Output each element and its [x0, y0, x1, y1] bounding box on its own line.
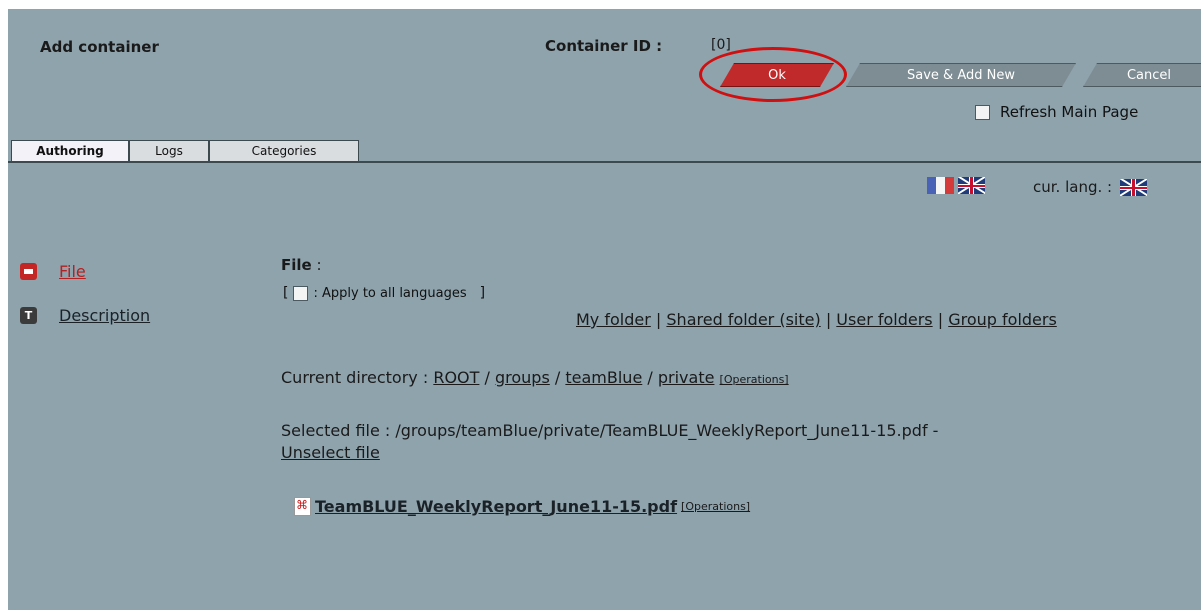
- file-label-colon: :: [316, 256, 322, 274]
- bracket-close: ]: [479, 285, 486, 301]
- file-entry: TeamBLUE_WeeklyReport_June11-15.pdf [Ope…: [294, 497, 750, 516]
- save-add-new-button[interactable]: Save & Add New: [846, 63, 1076, 87]
- shared-folder-link[interactable]: Shared folder (site): [666, 310, 820, 329]
- ok-highlight-circle: [699, 47, 847, 102]
- unselect-file-wrapper: Unselect file: [281, 443, 380, 462]
- page-title: Add container: [40, 38, 159, 56]
- tab-bar: Authoring Logs Categories: [8, 140, 1201, 163]
- unselect-file-link[interactable]: Unselect file: [281, 443, 380, 462]
- user-folders-link[interactable]: User folders: [836, 310, 932, 329]
- current-language-label: cur. lang. :: [1033, 178, 1113, 196]
- file-field-label: File :: [281, 256, 322, 274]
- cancel-button[interactable]: Cancel: [1083, 63, 1201, 87]
- text-field-icon: T: [20, 307, 37, 324]
- language-flags: [927, 177, 985, 194]
- flag-uk-icon[interactable]: [958, 177, 985, 194]
- sidebar-item-description[interactable]: T Description: [20, 306, 150, 325]
- sidebar-item-label[interactable]: File: [59, 262, 86, 281]
- sidebar-item-file[interactable]: File: [20, 262, 86, 281]
- file-name-link[interactable]: TeamBLUE_WeeklyReport_June11-15.pdf: [315, 497, 677, 516]
- pdf-icon: [294, 497, 311, 516]
- file-label: File: [281, 256, 312, 274]
- flag-uk-icon: [1120, 178, 1148, 196]
- group-folders-link[interactable]: Group folders: [948, 310, 1057, 329]
- tab-authoring[interactable]: Authoring: [11, 140, 129, 161]
- flag-fr-icon[interactable]: [927, 177, 954, 194]
- tab-categories[interactable]: Categories: [209, 140, 359, 161]
- sidebar-item-label[interactable]: Description: [59, 306, 150, 325]
- tab-logs[interactable]: Logs: [129, 140, 209, 161]
- current-language: cur. lang. :: [1033, 178, 1148, 196]
- bracket-open: [: [283, 285, 289, 301]
- refresh-checkbox[interactable]: [975, 104, 990, 120]
- path-root-link[interactable]: ROOT: [433, 368, 479, 387]
- file-operations-link[interactable]: [Operations]: [681, 500, 750, 513]
- current-directory-label: Current directory :: [281, 368, 429, 387]
- folder-links: My folder | Shared folder (site) | User …: [576, 310, 1057, 329]
- refresh-label: Refresh Main Page: [1000, 103, 1139, 121]
- container-id-value: [0]: [711, 37, 731, 53]
- current-directory: Current directory : ROOT / groups / team…: [281, 368, 789, 387]
- apply-all-languages: [ : Apply to all languages ]: [283, 285, 485, 301]
- directory-operations-link[interactable]: [Operations]: [720, 373, 789, 386]
- container-id-label: Container ID :: [545, 37, 663, 55]
- apply-all-label: : Apply to all languages: [313, 285, 467, 301]
- file-field-icon: [20, 263, 37, 280]
- refresh-main-page-option[interactable]: Refresh Main Page: [975, 103, 1138, 121]
- path-teamblue-link[interactable]: teamBlue: [565, 368, 642, 387]
- container-panel: Add container Container ID : [0] Ok Save…: [8, 9, 1201, 610]
- my-folder-link[interactable]: My folder: [576, 310, 651, 329]
- tab-divider: [8, 161, 1201, 163]
- path-groups-link[interactable]: groups: [495, 368, 550, 387]
- apply-all-checkbox[interactable]: [293, 285, 309, 301]
- path-private-link[interactable]: private: [658, 368, 715, 387]
- selected-file-text: Selected file : /groups/teamBlue/private…: [281, 421, 939, 440]
